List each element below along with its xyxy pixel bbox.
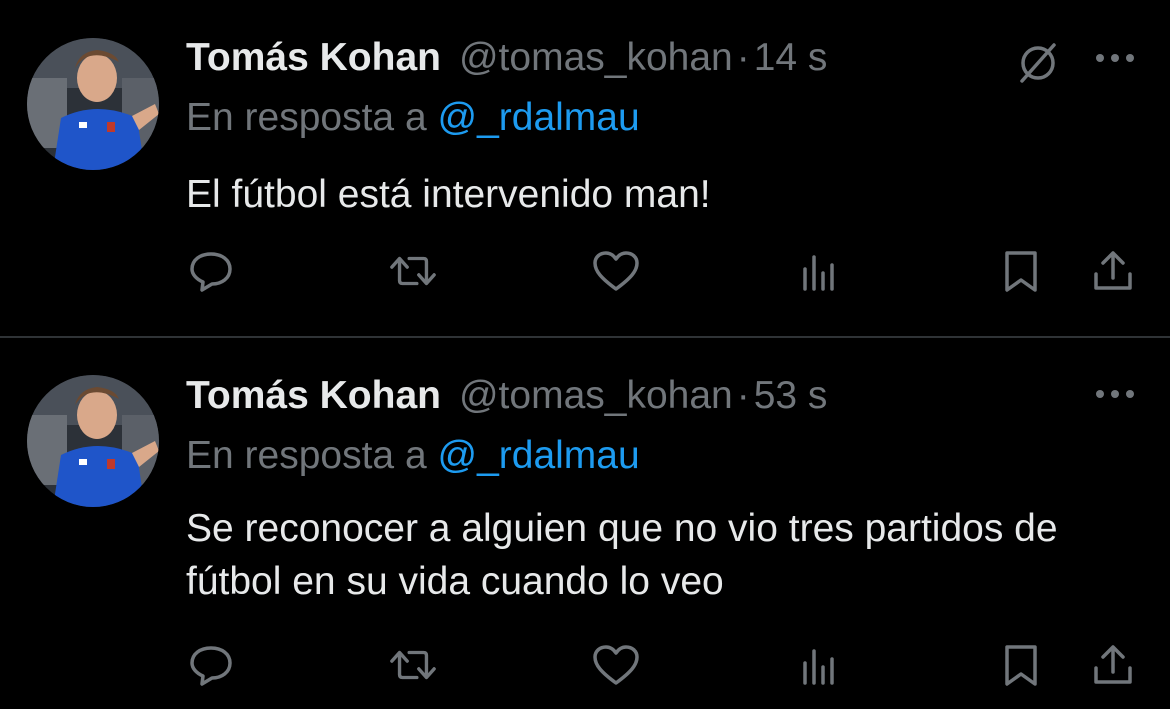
reply-mention[interactable]: @_rdalmau — [438, 96, 640, 139]
tweet[interactable]: Tomás Kohan @tomas_kohan · 53 s En respo… — [0, 338, 1170, 709]
tweet-actions — [0, 640, 1170, 690]
reply-prefix: En resposta a — [186, 96, 427, 139]
avatar[interactable] — [27, 38, 159, 170]
timestamp[interactable]: 53 s — [754, 374, 828, 418]
share-icon[interactable] — [1088, 246, 1138, 296]
author-name[interactable]: Tomás Kohan — [186, 374, 441, 418]
reply-context: En resposta a @_rdalmau — [186, 434, 640, 478]
tweet-header: Tomás Kohan @tomas_kohan · 53 s — [186, 374, 827, 424]
bookmark-icon[interactable] — [996, 640, 1046, 690]
tweet-text: Se reconocer a alguien que no vio tres p… — [186, 507, 1058, 603]
reply-mention[interactable]: @_rdalmau — [438, 434, 640, 477]
separator: · — [736, 36, 750, 79]
reply-icon[interactable] — [186, 640, 236, 690]
more-icon[interactable] — [1090, 382, 1140, 406]
views-icon[interactable] — [794, 246, 844, 296]
timestamp[interactable]: 14 s — [754, 36, 828, 80]
author-name[interactable]: Tomás Kohan — [186, 36, 441, 80]
tweet-actions — [0, 246, 1170, 296]
tweet-text: El fútbol está intervenido man! — [186, 173, 711, 216]
share-icon[interactable] — [1088, 640, 1138, 690]
author-handle[interactable]: @tomas_kohan — [459, 374, 733, 418]
author-handle[interactable]: @tomas_kohan — [459, 36, 733, 80]
reply-prefix: En resposta a — [186, 434, 427, 477]
more-icon[interactable] — [1090, 46, 1140, 70]
reply-icon[interactable] — [186, 246, 236, 296]
reply-context: En resposta a @_rdalmau — [186, 96, 640, 140]
bookmark-icon[interactable] — [996, 246, 1046, 296]
retweet-icon[interactable] — [388, 640, 438, 690]
avatar[interactable] — [27, 375, 159, 507]
retweet-icon[interactable] — [388, 246, 438, 296]
tweet-header: Tomás Kohan @tomas_kohan · 14 s — [186, 36, 827, 86]
tweet[interactable]: Tomás Kohan @tomas_kohan · 14 s En respo… — [0, 0, 1170, 336]
grok-icon[interactable] — [1014, 40, 1062, 86]
views-icon[interactable] — [794, 640, 844, 690]
separator: · — [736, 374, 750, 417]
like-icon[interactable] — [591, 640, 641, 690]
like-icon[interactable] — [591, 246, 641, 296]
